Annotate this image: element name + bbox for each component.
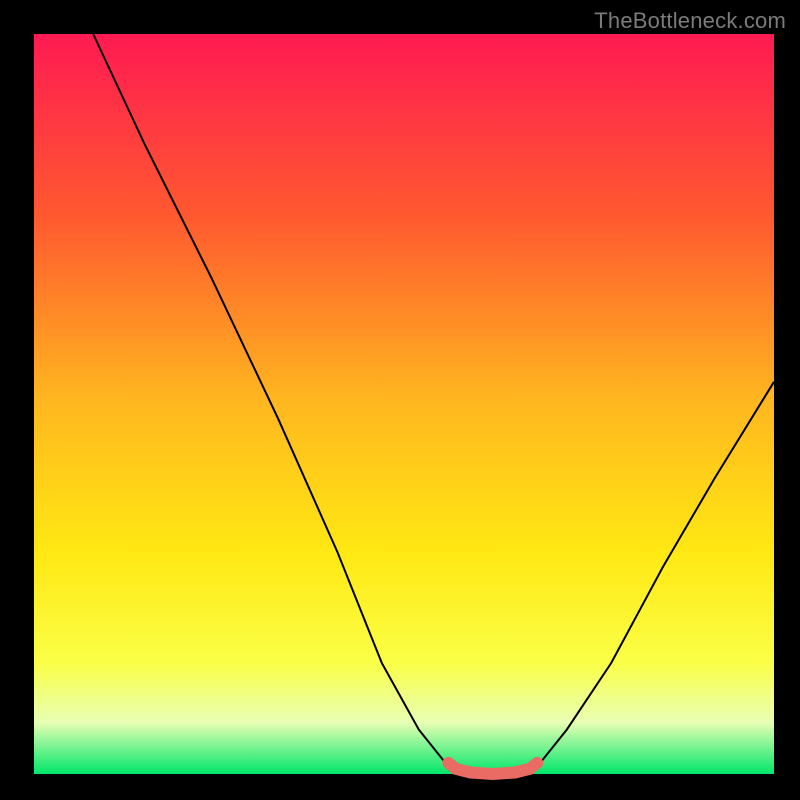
chart-frame: TheBottleneck.com (0, 0, 800, 800)
bottleneck-chart (0, 0, 800, 800)
watermark-text: TheBottleneck.com (594, 8, 786, 34)
